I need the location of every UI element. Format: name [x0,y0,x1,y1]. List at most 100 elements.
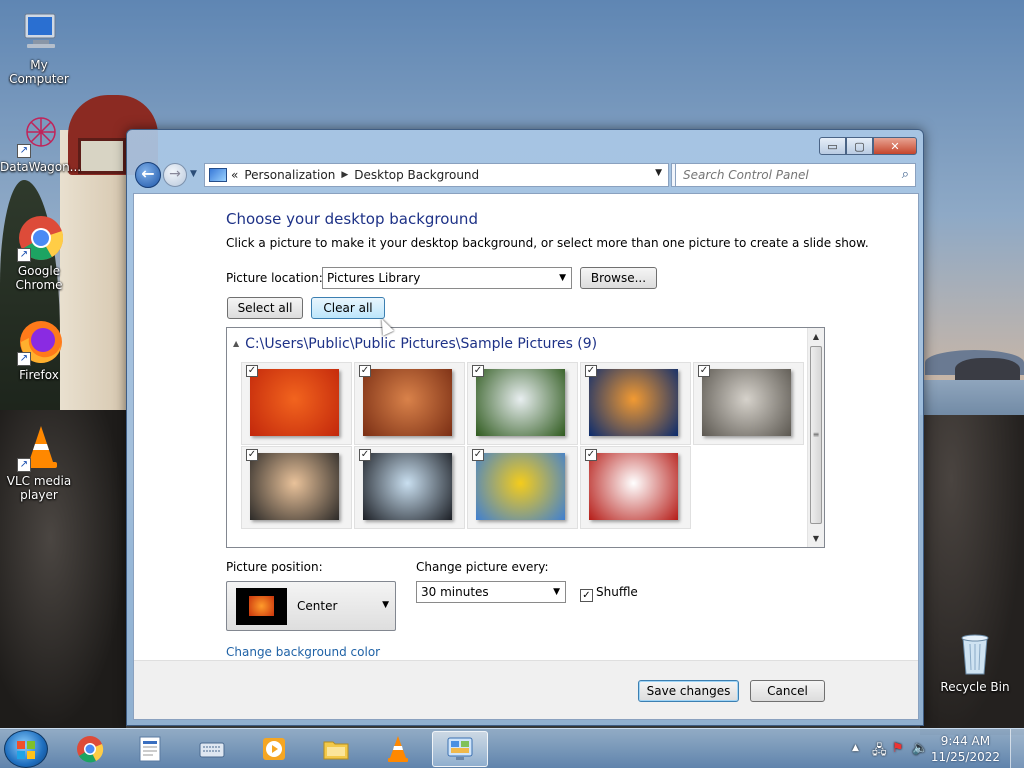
clear-all-button[interactable]: Clear all [311,297,385,319]
scrollbar-thumb[interactable]: ≡ [810,346,822,524]
shortcut-arrow-icon: ↗ [17,248,31,262]
system-tray: ▲ 🖧 ⚑ 🔈 9:44 AM 11/25/2022 [834,729,1024,768]
search-input[interactable] [676,164,886,186]
picture-checkbox[interactable]: ✓ [472,365,484,377]
forward-button[interactable]: → [163,163,187,187]
vlc-icon [388,736,408,762]
taskbar-vlc[interactable] [370,731,426,767]
shuffle-label: Shuffle [596,585,638,599]
breadcrumb-separator-icon[interactable]: ▶ [341,170,348,180]
gallery-group-header[interactable]: ▲ C:\Users\Public\Public Pictures\Sample … [233,336,597,352]
action-center-icon[interactable]: ⚑ [892,741,904,756]
browse-button[interactable]: Browse... [580,267,657,289]
picture-position-preview [236,588,287,625]
picture-thumbnail [476,369,565,436]
maximize-button[interactable]: ▢ [846,137,873,155]
change-picture-every-select[interactable]: 30 minutes ▼ [416,581,566,603]
picture-checkbox[interactable]: ✓ [359,365,371,377]
search-icon[interactable]: ⌕ [902,167,909,182]
picture-checkbox[interactable]: ✓ [585,365,597,377]
taskbar-wordpad[interactable] [122,731,178,767]
control-panel-icon [209,168,227,182]
volume-icon[interactable]: 🔈 [912,741,928,756]
picture-position-value: Center [297,599,338,613]
picture-checkbox[interactable]: ✓ [472,449,484,461]
desktop-icon-label: Google Chrome [15,264,63,292]
datawagon-icon: ↗ [15,110,63,158]
picture-tile[interactable]: ✓ [241,446,352,529]
desktop-icon-datawagon[interactable]: ↗ DataWagon... [0,110,81,174]
desktop-icon-firefox[interactable]: ↗ Firefox [0,318,78,382]
taskbar-control-panel[interactable] [432,731,488,767]
change-background-color-link[interactable]: Change background color [226,645,380,659]
picture-checkbox[interactable]: ✓ [359,449,371,461]
desktop-wallpaper-lighthouse-window [78,138,126,174]
gallery-scrollbar[interactable]: ▲ ≡ ▼ [807,328,824,547]
clock-time: 9:44 AM [940,734,991,748]
close-button[interactable]: ✕ [873,137,917,155]
back-button[interactable]: ← [135,162,161,188]
breadcrumb-desktop-background[interactable]: Desktop Background [354,168,479,182]
picture-checkbox[interactable]: ✓ [246,449,258,461]
picture-checkbox[interactable]: ✓ [585,449,597,461]
scroll-up-button[interactable]: ▲ [808,328,824,345]
picture-tile[interactable]: ✓ [467,446,578,529]
picture-thumbnail [250,369,339,436]
desktop-icon-recycle-bin[interactable]: Recycle Bin [936,630,1014,694]
system-clock[interactable]: 9:44 AM 11/25/2022 [931,733,1000,765]
taskbar-explorer[interactable] [308,731,364,767]
cancel-button[interactable]: Cancel [750,680,825,702]
picture-tile[interactable]: ✓ [467,362,578,445]
picture-tile[interactable]: ✓ [693,362,804,445]
select-all-button[interactable]: Select all [227,297,303,319]
show-hidden-icons-icon[interactable]: ▲ [852,743,859,753]
desktop-icon-label: Recycle Bin [940,680,1010,694]
picture-tile[interactable]: ✓ [354,362,465,445]
start-button[interactable] [4,730,48,768]
desktop-icon-vlc[interactable]: ↗ VLC media player [0,424,78,502]
picture-tile[interactable]: ✓ [354,446,465,529]
taskbar-onscreen-keyboard[interactable] [184,731,240,767]
caption-buttons: ▭ ▢ ✕ [819,137,917,155]
explorer-icon [323,741,349,760]
picture-tile[interactable]: ✓ [580,362,691,445]
change-picture-every-label: Change picture every: [416,560,549,574]
taskbar-media-player[interactable] [246,731,302,767]
chrome-icon: ↗ [15,214,64,262]
show-desktop-button[interactable] [1010,729,1024,768]
checkbox-check-icon[interactable]: ✓ [580,589,593,602]
chrome-icon [77,736,104,763]
picture-checkbox[interactable]: ✓ [698,365,710,377]
save-changes-button[interactable]: Save changes [638,680,739,702]
desktop-icon-my-computer[interactable]: My Computer [0,8,78,86]
computer-icon [15,8,63,56]
shortcut-arrow-icon: ↗ [17,144,31,158]
network-icon[interactable]: 🖧 [872,741,887,763]
forward-arrow-icon: → [169,166,181,182]
address-bar[interactable]: « Personalization ▶ Desktop Background ▼ [204,163,669,187]
desktop-icon-google-chrome[interactable]: ↗ Google Chrome [0,214,78,292]
picture-gallery: ▲ C:\Users\Public\Public Pictures\Sample … [226,327,825,548]
shuffle-checkbox[interactable]: ✓ Shuffle [580,585,638,602]
scroll-down-button[interactable]: ▼ [808,530,824,547]
recent-pages-dropdown[interactable]: ▼ [190,169,197,179]
breadcrumb-personalization[interactable]: Personalization [244,168,335,182]
chevron-down-icon: ▼ [559,273,566,283]
picture-tile[interactable]: ✓ [241,362,352,445]
breadcrumb-overflow[interactable]: « [231,168,238,182]
chevron-down-icon: ▼ [553,587,560,597]
picture-tile[interactable]: ✓ [580,446,691,529]
minimize-button[interactable]: ▭ [819,137,846,155]
address-dropdown-icon[interactable]: ▼ [655,168,662,178]
firefox-icon: ↗ [15,318,63,366]
keyboard-icon [199,742,225,758]
picture-checkbox[interactable]: ✓ [246,365,258,377]
content-area: Choose your desktop background Click a p… [133,193,919,720]
taskbar-chrome[interactable] [62,731,118,767]
picture-thumbnail [702,369,791,436]
search-box[interactable]: ⌕ [675,163,916,187]
picture-thumbnail [363,453,452,520]
picture-position-select[interactable]: Center ▼ [226,581,396,631]
picture-location-select[interactable]: Pictures Library ▼ [322,267,572,289]
picture-thumbnail [250,453,339,520]
